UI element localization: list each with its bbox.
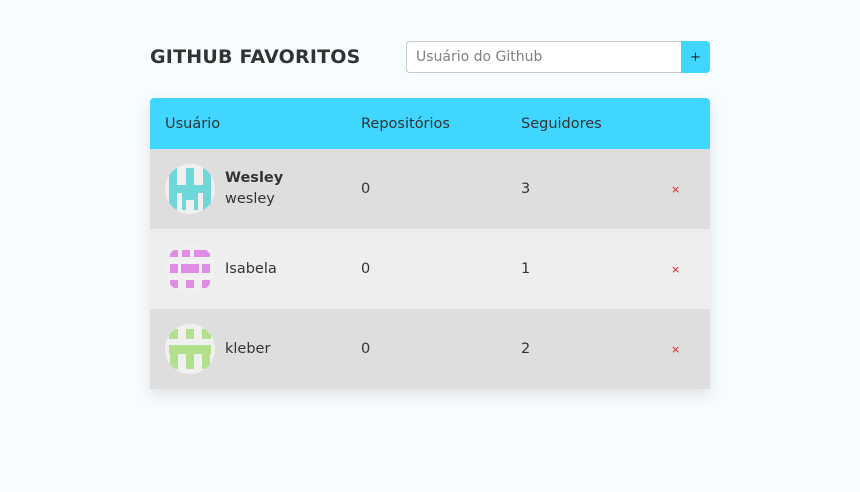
user-names: Wesley wesley bbox=[225, 168, 283, 210]
identicon-avatar bbox=[165, 244, 215, 294]
identicon-avatar-image bbox=[169, 168, 211, 210]
user-info: Isabela bbox=[165, 244, 361, 294]
user-info: kleber bbox=[165, 324, 361, 374]
user-display-name: Wesley bbox=[225, 170, 284, 186]
identicon-avatar-image bbox=[169, 329, 211, 369]
column-header-followers: Seguidores bbox=[521, 115, 602, 132]
favorites-table: Usuário Repositórios Seguidores Wesley w… bbox=[150, 98, 710, 389]
repositories-count: 0 bbox=[361, 341, 371, 357]
app-container: GITHUB FAVORITOS + Usuário Repositórios … bbox=[150, 41, 710, 389]
column-header-actions bbox=[669, 98, 710, 149]
followers-count: 2 bbox=[521, 341, 531, 357]
page-title: GITHUB FAVORITOS bbox=[150, 46, 361, 68]
github-user-input[interactable] bbox=[406, 41, 681, 73]
identicon-avatar bbox=[165, 324, 215, 374]
table-header-row: Usuário Repositórios Seguidores bbox=[150, 98, 710, 149]
table-header: Usuário Repositórios Seguidores bbox=[150, 98, 710, 149]
user-info: Wesley wesley bbox=[165, 164, 361, 214]
add-user-button[interactable]: + bbox=[681, 41, 710, 73]
user-login: kleber bbox=[225, 340, 271, 357]
table-row: Wesley wesley 0 3 × bbox=[150, 149, 710, 229]
repositories-count: 0 bbox=[361, 181, 371, 197]
table-body: Wesley wesley 0 3 × Isabela 0 1 × kleber… bbox=[150, 149, 710, 389]
user-login: wesley bbox=[225, 191, 275, 207]
followers-count: 3 bbox=[521, 181, 531, 197]
followers-count: 1 bbox=[521, 261, 531, 277]
remove-user-button[interactable]: × bbox=[671, 343, 680, 356]
actions-cell: × bbox=[669, 149, 710, 229]
remove-user-button[interactable]: × bbox=[671, 263, 680, 276]
user-login: Isabela bbox=[225, 260, 277, 277]
page-header: GITHUB FAVORITOS + bbox=[150, 41, 710, 73]
user-cell: Wesley wesley bbox=[150, 149, 361, 229]
add-user-form: + bbox=[406, 41, 710, 73]
user-names: kleber bbox=[225, 339, 270, 360]
actions-cell: × bbox=[669, 309, 710, 389]
remove-user-button[interactable]: × bbox=[671, 183, 680, 196]
user-cell: Isabela bbox=[150, 229, 361, 309]
user-names: Isabela bbox=[225, 259, 277, 280]
identicon-avatar bbox=[165, 164, 215, 214]
table-row: Isabela 0 1 × bbox=[150, 229, 710, 309]
column-header-user: Usuário bbox=[165, 115, 221, 132]
user-cell: kleber bbox=[150, 309, 361, 389]
actions-cell: × bbox=[669, 229, 710, 309]
column-header-repositories: Repositórios bbox=[361, 115, 450, 132]
table-row: kleber 0 2 × bbox=[150, 309, 710, 389]
repositories-count: 0 bbox=[361, 261, 371, 277]
identicon-avatar-image bbox=[170, 250, 210, 288]
